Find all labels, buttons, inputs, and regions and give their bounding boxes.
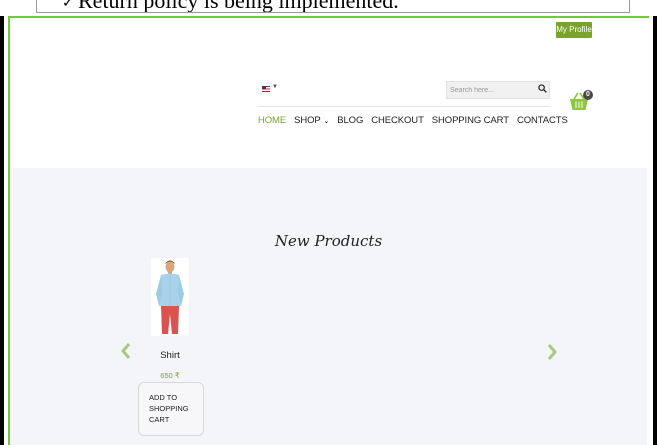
nav-item-checkout[interactable]: CHECKOUT — [371, 115, 424, 127]
product-name[interactable]: Shirt — [140, 350, 200, 361]
search-input[interactable] — [447, 82, 534, 98]
new-products-section — [10, 168, 647, 445]
header-divider — [258, 106, 550, 107]
site-header — [10, 18, 647, 168]
language-dropdown-caret-icon[interactable]: ▼ — [272, 84, 278, 90]
product-price: 650 ₹ — [160, 371, 180, 380]
nav-item-shop[interactable]: SHOP ⌄ — [294, 115, 329, 127]
my-profile-button[interactable]: My Profile — [556, 22, 592, 38]
nav-item-shopping-cart[interactable]: SHOPPING CART — [432, 115, 509, 127]
caption-bar: ✓ Return policy is being implemented. — [0, 0, 657, 16]
nav-item-blog[interactable]: BLOG — [337, 115, 363, 127]
section-title: New Products — [274, 232, 383, 250]
chevron-right-icon[interactable] — [547, 344, 557, 360]
nav-item-home[interactable]: HOME — [258, 115, 286, 127]
nav-item-contacts[interactable]: CONTACTS — [517, 115, 568, 127]
search-box[interactable] — [446, 81, 550, 99]
chevron-left-icon[interactable] — [121, 343, 131, 359]
main-nav: HOME SHOP ⌄ BLOG CHECKOUT SHOPPING CART … — [258, 115, 576, 127]
cart-count-badge: 0 — [583, 90, 593, 100]
product-image[interactable] — [151, 258, 189, 336]
nav-item-shop-label: SHOP — [294, 115, 321, 126]
caption-box — [36, 0, 630, 13]
chevron-down-icon: ⌄ — [321, 118, 330, 125]
search-icon[interactable] — [538, 84, 547, 93]
add-to-cart-label: ADD TO SHOPPING CART — [149, 393, 189, 424]
us-flag-icon[interactable] — [262, 86, 270, 92]
add-to-cart-button[interactable]: ADD TO SHOPPING CART — [138, 382, 204, 436]
